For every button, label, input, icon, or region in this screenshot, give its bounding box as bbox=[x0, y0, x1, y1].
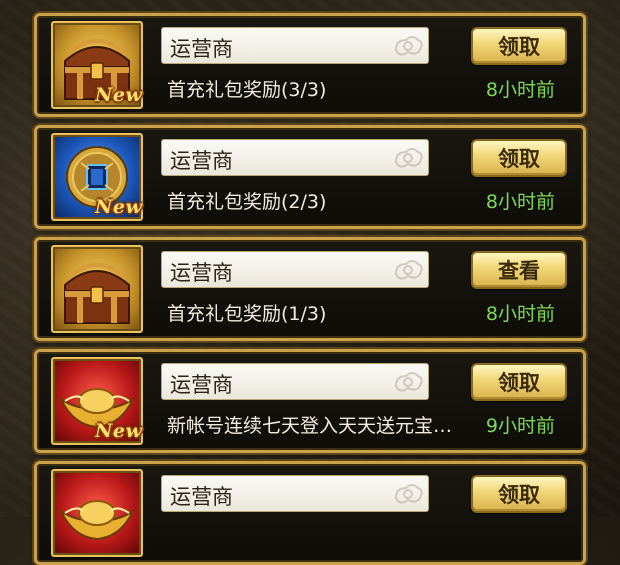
cloud-pattern-icon bbox=[394, 372, 423, 392]
new-badge: New bbox=[95, 84, 143, 106]
sender-field: 运营商 bbox=[161, 27, 429, 64]
claim-button[interactable]: 领取 bbox=[471, 139, 567, 177]
new-badge: New bbox=[95, 196, 143, 218]
cloud-pattern-icon bbox=[394, 260, 423, 280]
new-badge: New bbox=[95, 420, 143, 442]
mail-time: 8小时前 bbox=[485, 79, 555, 101]
mail-subject: 新帐号连续七天登入天天送元宝… bbox=[167, 415, 453, 437]
claim-button[interactable]: 领取 bbox=[471, 475, 567, 513]
cloud-pattern-icon bbox=[394, 36, 423, 56]
gold-ingot-icon bbox=[51, 469, 143, 557]
cloud-pattern-icon bbox=[394, 148, 423, 168]
view-button[interactable]: 查看 bbox=[471, 251, 567, 289]
mail-item[interactable]: 运营商 首充礼包奖励(1/3) 查看 8小时前 bbox=[34, 237, 586, 341]
claim-button[interactable]: 领取 bbox=[471, 363, 567, 401]
mail-item[interactable]: New 运营商 首充礼包奖励(3/3) 领取 8小时前 bbox=[34, 13, 586, 117]
mail-subject: 首充礼包奖励(1/3) bbox=[167, 303, 327, 325]
mail-time: 8小时前 bbox=[485, 303, 555, 325]
sender-field: 运营商 bbox=[161, 251, 429, 288]
cloud-pattern-icon bbox=[394, 484, 423, 504]
mail-subject: 首充礼包奖励(2/3) bbox=[167, 191, 327, 213]
sender-field: 运营商 bbox=[161, 139, 429, 176]
sender-label: 运营商 bbox=[170, 373, 233, 397]
mail-subject: 首充礼包奖励(3/3) bbox=[167, 79, 327, 101]
claim-button[interactable]: 领取 bbox=[471, 27, 567, 65]
mail-item[interactable]: New 运营商 新帐号连续七天登入天天送元宝… 领取 9小时前 bbox=[34, 349, 586, 453]
treasure-chest-icon bbox=[51, 245, 143, 333]
sender-label: 运营商 bbox=[170, 485, 233, 509]
sender-field: 运营商 bbox=[161, 363, 429, 400]
mail-time: 8小时前 bbox=[485, 191, 555, 213]
mail-list[interactable]: New 运营商 首充礼包奖励(3/3) 领取 8小时前 New 运营商 首充礼包… bbox=[0, 0, 620, 565]
sender-label: 运营商 bbox=[170, 37, 233, 61]
sender-label: 运营商 bbox=[170, 261, 233, 285]
mail-item[interactable]: New 运营商 首充礼包奖励(2/3) 领取 8小时前 bbox=[34, 125, 586, 229]
sender-field: 运营商 bbox=[161, 475, 429, 512]
sender-label: 运营商 bbox=[170, 149, 233, 173]
mail-item[interactable]: 运营商 领取 bbox=[34, 461, 586, 565]
mail-time: 9小时前 bbox=[485, 415, 555, 437]
